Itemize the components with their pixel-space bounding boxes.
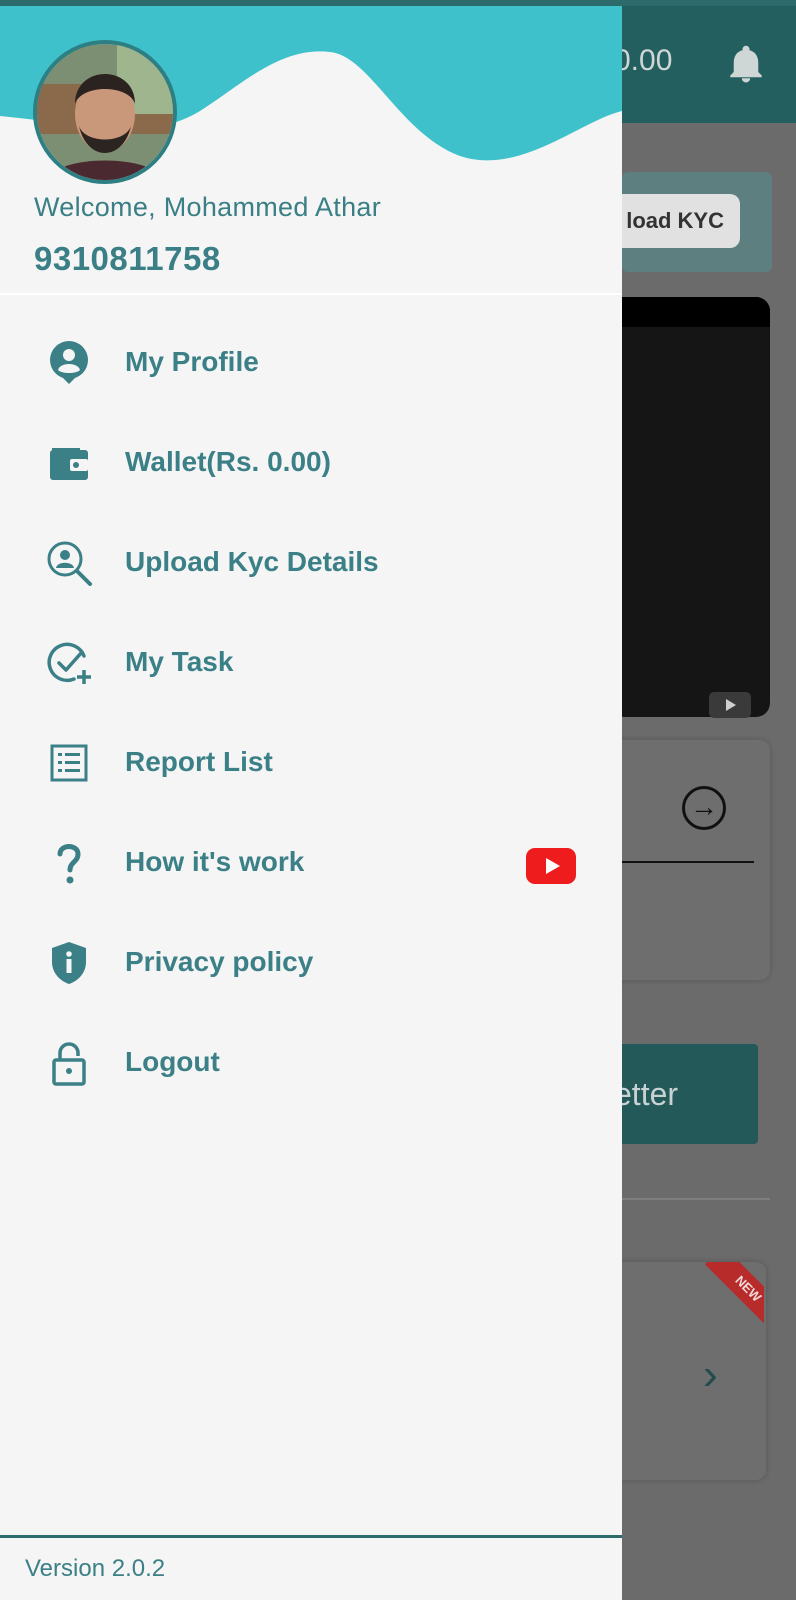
footer-divider [0,1535,622,1538]
lock-icon [52,1042,86,1086]
version-text: Version 2.0.2 [25,1555,166,1582]
menu-item-logout[interactable]: Logout [0,1026,622,1098]
info-card [600,740,770,980]
menu-item-report-list[interactable]: Report List [0,726,622,798]
balance-text: 0.00 [614,44,673,77]
menu-item-upload-kyc[interactable]: Upload Kyc Details [0,526,622,598]
phone-number: 9310811758 [34,240,221,277]
youtube-logo-icon [709,692,751,718]
chevron-right-icon[interactable]: › [703,1350,718,1400]
menu-label: Upload Kyc Details [125,546,379,577]
report-list-icon [50,744,88,782]
new-ribbon-label: NEW [704,1262,764,1328]
card-divider [600,861,754,863]
section-divider [600,1198,770,1200]
avatar[interactable] [33,40,177,184]
profile-icon [50,341,88,384]
welcome-text: Welcome, Mohammed Athar [34,192,382,222]
youtube-icon[interactable] [526,848,576,884]
menu-label: Wallet(Rs. 0.00) [125,446,331,477]
video-top-bar [610,297,770,327]
task-check-icon [47,642,91,684]
kyc-search-icon [47,541,92,586]
menu-label: How it's work [125,846,305,877]
menu-label: My Profile [125,346,259,377]
bell-icon[interactable] [725,42,767,88]
menu-item-wallet[interactable]: Wallet(Rs. 0.00) [0,426,622,498]
header-divider [0,293,622,295]
wallet-icon [50,448,88,480]
menu-item-my-task[interactable]: My Task [0,626,622,698]
menu-label: Privacy policy [125,946,314,977]
arrow-right-circle-icon[interactable]: → [682,786,726,830]
menu-item-privacy-policy[interactable]: Privacy policy [0,926,622,998]
menu-label: Logout [125,1046,220,1077]
letter-button[interactable]: etter [600,1044,758,1144]
menu-label: Report List [125,746,273,777]
menu-item-how-it-works[interactable]: How it's work [0,826,622,898]
navigation-drawer: Welcome, Mohammed Athar 9310811758 My Pr… [0,0,622,1600]
new-ribbon: NEW [698,1262,764,1328]
menu-item-my-profile[interactable]: My Profile [0,326,622,398]
shield-info-icon [52,942,86,984]
video-player[interactable] [610,297,770,717]
menu-label: My Task [125,646,234,677]
question-icon [57,844,81,884]
profile-photo [37,44,173,180]
